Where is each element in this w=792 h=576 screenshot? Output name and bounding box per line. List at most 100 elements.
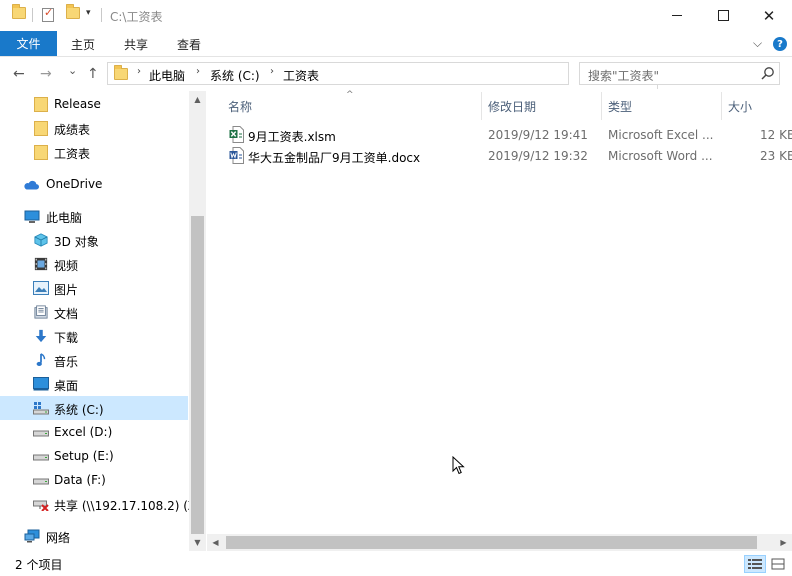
tab-view[interactable]: 查看 bbox=[177, 36, 201, 53]
search-input[interactable]: 搜索"工资表" bbox=[579, 62, 780, 85]
item-count: 2 个项目 bbox=[15, 558, 63, 572]
navigation-scrollbar[interactable]: ▲ ▼ bbox=[189, 91, 206, 551]
scrollbar-thumb[interactable] bbox=[226, 536, 757, 549]
drive-icon bbox=[33, 478, 49, 485]
breadcrumb-separator[interactable]: › bbox=[270, 66, 274, 77]
sidebar-item-excel-d[interactable]: Excel (D:) bbox=[0, 420, 188, 444]
folder-icon bbox=[114, 65, 128, 80]
details-view-icon bbox=[748, 559, 762, 569]
music-icon bbox=[36, 353, 46, 366]
title-bar: ▾ C:\工资表 ✕ bbox=[0, 0, 792, 31]
sidebar-item-label: 此电脑 bbox=[46, 211, 83, 225]
column-header-type[interactable]: 类型 bbox=[608, 98, 632, 115]
sidebar-item-system-c[interactable]: 系统 (C:) bbox=[0, 396, 188, 420]
column-divider[interactable] bbox=[601, 92, 602, 120]
sidebar-item-grades[interactable]: 成绩表 bbox=[0, 116, 188, 140]
scroll-up-button[interactable]: ▲ bbox=[189, 91, 206, 108]
3d-objects-icon bbox=[34, 233, 48, 247]
sidebar-item-share-z[interactable]: 共享 (\\192.17.108.2) (Z: bbox=[0, 492, 200, 516]
sidebar-item-music[interactable]: 音乐 bbox=[0, 348, 188, 372]
file-type: Microsoft Word ... bbox=[608, 149, 713, 163]
column-header-size[interactable]: 大小 bbox=[728, 98, 752, 115]
sidebar-item-data-f[interactable]: Data (F:) bbox=[0, 468, 188, 492]
column-header-name[interactable]: 名称 bbox=[228, 98, 252, 115]
sidebar-item-pictures[interactable]: 图片 bbox=[0, 276, 188, 300]
sidebar-item-documents[interactable]: 文档 bbox=[0, 300, 188, 324]
scrollbar-thumb[interactable] bbox=[191, 216, 204, 534]
tab-share[interactable]: 共享 bbox=[124, 36, 148, 53]
sidebar-item-desktop[interactable]: 桌面 bbox=[0, 372, 188, 396]
new-folder-icon[interactable] bbox=[66, 4, 80, 19]
scroll-right-button[interactable]: ▶ bbox=[775, 534, 792, 551]
documents-icon bbox=[34, 305, 48, 319]
sidebar-item-label: Data (F:) bbox=[54, 473, 106, 487]
properties-icon[interactable] bbox=[42, 6, 54, 22]
forward-button[interactable]: → bbox=[40, 66, 52, 82]
breadcrumb-folder[interactable]: 工资表 bbox=[283, 67, 319, 84]
minimize-button[interactable] bbox=[654, 0, 700, 31]
file-date-modified: 2019/9/12 19:41 bbox=[488, 128, 588, 142]
expand-ribbon-icon[interactable]: ⌵ bbox=[753, 36, 762, 51]
sidebar-item-label: OneDrive bbox=[46, 177, 103, 191]
scroll-left-button[interactable]: ◀ bbox=[207, 534, 224, 551]
help-icon[interactable]: ? bbox=[773, 37, 787, 51]
sidebar-item-3d-objects[interactable]: 3D 对象 bbox=[0, 228, 188, 252]
content-horizontal-scrollbar[interactable]: ◀ ▶ bbox=[207, 534, 792, 551]
sidebar-item-label: Release bbox=[54, 97, 101, 111]
sidebar-item-label: 桌面 bbox=[54, 379, 79, 393]
sidebar-item-downloads[interactable]: 下载 bbox=[0, 324, 188, 348]
search-placeholder: 搜索"工资表" bbox=[588, 69, 660, 83]
navigation-pane: Release 成绩表 工资表 OneDrive 此电脑 3D 对象 视频 图片… bbox=[0, 91, 206, 551]
file-size: 23 KB bbox=[760, 149, 792, 163]
sidebar-item-setup-e[interactable]: Setup (E:) bbox=[0, 444, 188, 468]
back-button[interactable]: ← bbox=[13, 66, 25, 82]
tab-file[interactable]: 文件 bbox=[0, 31, 57, 56]
mouse-cursor-icon bbox=[452, 456, 465, 475]
file-row[interactable]: 华大五金制品厂9月工资单.docx 2019/9/12 19:32 Micros… bbox=[221, 146, 792, 167]
file-date-modified: 2019/9/12 19:32 bbox=[488, 149, 588, 163]
column-header-date-modified[interactable]: 修改日期 bbox=[488, 98, 536, 115]
sidebar-item-label: 音乐 bbox=[54, 355, 79, 369]
large-icons-view-button[interactable] bbox=[767, 555, 789, 573]
tab-home[interactable]: 主页 bbox=[71, 36, 95, 53]
sidebar-item-label: Excel (D:) bbox=[54, 425, 113, 439]
sidebar-item-onedrive[interactable]: OneDrive bbox=[0, 172, 188, 196]
maximize-button[interactable] bbox=[700, 0, 746, 31]
file-name: 9月工资表.xlsm bbox=[248, 130, 336, 144]
recent-locations-button[interactable]: ⌄ bbox=[68, 64, 77, 77]
breadcrumb-separator[interactable]: › bbox=[196, 66, 200, 77]
sort-ascending-icon: ^ bbox=[346, 90, 354, 100]
file-size: 12 KB bbox=[760, 128, 792, 142]
column-divider[interactable] bbox=[481, 92, 482, 120]
file-row[interactable]: 9月工资表.xlsm 2019/9/12 19:41 Microsoft Exc… bbox=[221, 125, 792, 146]
scroll-down-button[interactable]: ▼ bbox=[189, 534, 206, 551]
drive-icon bbox=[33, 454, 49, 461]
sidebar-item-label: 共享 (\\192.17.108.2) (Z: bbox=[54, 499, 201, 513]
up-button[interactable]: ↑ bbox=[87, 66, 99, 82]
column-divider[interactable] bbox=[721, 92, 722, 120]
sidebar-item-label: 视频 bbox=[54, 259, 79, 273]
sidebar-item-payroll[interactable]: 工资表 bbox=[0, 140, 188, 164]
sidebar-item-videos[interactable]: 视频 bbox=[0, 252, 188, 276]
details-view-button[interactable] bbox=[744, 555, 766, 573]
separator bbox=[32, 8, 33, 22]
drive-icon bbox=[33, 430, 49, 437]
address-bar[interactable]: › 此电脑 › 系统 (C:) › 工资表 ⌄ ↻ bbox=[107, 62, 672, 89]
this-pc-icon bbox=[24, 210, 40, 223]
sidebar-item-network[interactable]: 网络 bbox=[0, 524, 188, 548]
breadcrumb-system-c[interactable]: 系统 (C:) bbox=[210, 67, 260, 84]
search-icon[interactable] bbox=[760, 66, 775, 81]
sidebar-item-label: 图片 bbox=[54, 283, 79, 297]
sidebar-item-label: 系统 (C:) bbox=[54, 403, 104, 417]
sidebar-item-release[interactable]: Release bbox=[0, 92, 188, 116]
sidebar-item-label: 网络 bbox=[46, 531, 71, 545]
ribbon-tabs: 文件 主页 共享 查看 ⌵ ? bbox=[0, 31, 792, 57]
sidebar-item-label: 文档 bbox=[54, 307, 79, 321]
sidebar-item-this-pc[interactable]: 此电脑 bbox=[0, 204, 188, 228]
breadcrumb-this-pc[interactable]: 此电脑 bbox=[149, 67, 185, 84]
breadcrumb-separator[interactable]: › bbox=[137, 66, 141, 77]
desktop-icon bbox=[33, 377, 49, 391]
separator bbox=[101, 8, 102, 22]
close-button[interactable]: ✕ bbox=[746, 0, 792, 31]
customize-toolbar-icon[interactable]: ▾ bbox=[86, 8, 91, 18]
